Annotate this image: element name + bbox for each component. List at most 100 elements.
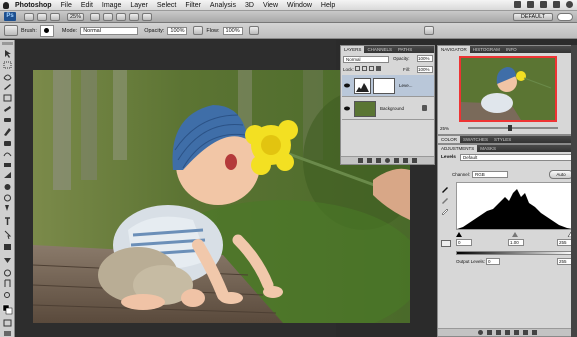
brush-preset-picker[interactable]	[39, 24, 54, 37]
navigator-zoom-slider[interactable]	[468, 125, 558, 131]
battery-icon[interactable]	[553, 1, 560, 8]
layer-fill-field[interactable]: 100%	[417, 66, 433, 73]
workspace-switcher[interactable]: DEFAULT	[513, 13, 553, 21]
input-gamma-field[interactable]: 1.00	[508, 239, 524, 246]
bluetooth-icon[interactable]	[514, 1, 521, 8]
input-black-field[interactable]: 0	[456, 239, 472, 246]
tab-channels[interactable]: CHANNELS	[364, 46, 395, 53]
opacity-field[interactable]: 100%	[167, 26, 188, 35]
lock-transparent-icon[interactable]	[355, 66, 360, 71]
collapsed-panel-dock[interactable]	[571, 45, 577, 337]
return-to-list-icon[interactable]	[477, 330, 483, 335]
black-point-eyedropper-icon[interactable]	[441, 185, 449, 193]
link-layers-icon[interactable]	[358, 158, 363, 163]
screen-mode-button[interactable]	[142, 12, 153, 21]
add-mask-icon[interactable]	[376, 158, 381, 163]
clip-layer-icon[interactable]	[495, 330, 501, 335]
tab-paths[interactable]: PATHS	[395, 46, 415, 53]
photoshop-logo: Ps	[4, 12, 16, 21]
bridge-button[interactable]	[24, 12, 34, 21]
navigator-preview[interactable]	[459, 56, 557, 122]
menu-filter[interactable]: Filter	[185, 2, 201, 9]
opacity-label: Opacity:	[144, 27, 165, 34]
zoom-tool-button[interactable]	[103, 12, 114, 21]
lock-all-icon[interactable]	[376, 66, 381, 71]
output-levels-gradient[interactable]	[456, 251, 574, 255]
navigator-zoom-value[interactable]: 25%	[440, 126, 449, 131]
white-point-eyedropper-icon[interactable]	[441, 207, 449, 215]
clip-to-layer-icon[interactable]	[441, 240, 451, 247]
tab-histogram[interactable]: HISTOGRAM	[470, 46, 503, 53]
apple-icon[interactable]	[3, 1, 9, 9]
new-group-icon[interactable]	[394, 158, 399, 163]
layer-opacity-field[interactable]: 100%	[417, 55, 433, 62]
tablet-pressure-opacity-button[interactable]	[193, 26, 204, 35]
mini-bridge-button[interactable]	[37, 12, 47, 21]
visibility-toggle-icon[interactable]	[504, 330, 510, 335]
help-search-field[interactable]	[557, 13, 573, 21]
tab-color[interactable]: COLOR	[438, 136, 461, 143]
menu-edit[interactable]: Edit	[81, 2, 93, 9]
view-extras-button[interactable]	[50, 12, 60, 21]
visibility-eye-icon[interactable]	[344, 83, 350, 88]
tab-info[interactable]: INFO	[503, 46, 520, 53]
new-layer-icon[interactable]	[403, 158, 408, 163]
layers-panel: LAYERS CHANNELS PATHS Normal Opacity: 10…	[340, 45, 435, 165]
type-tool-icon	[5, 217, 10, 225]
arrange-documents-button[interactable]	[129, 12, 140, 21]
menu-3d[interactable]: 3D	[245, 2, 254, 9]
brush-panel-toggle[interactable]	[424, 26, 434, 35]
layer-blend-mode-select[interactable]: Normal	[343, 56, 389, 63]
layer-row-levels[interactable]: Leve...	[342, 75, 434, 97]
tab-layers[interactable]: LAYERS	[341, 46, 365, 53]
menu-select[interactable]: Select	[157, 2, 176, 9]
view-previous-state-icon[interactable]	[513, 330, 519, 335]
hand-tool-button[interactable]	[90, 12, 101, 21]
layer-row-background[interactable]: Background	[342, 98, 434, 120]
flow-field[interactable]: 100%	[222, 26, 243, 35]
input-level-handles[interactable]	[456, 231, 575, 238]
tab-styles[interactable]: STYLES	[491, 136, 514, 143]
layer-mask-thumbnail[interactable]	[373, 78, 395, 94]
menu-view[interactable]: View	[263, 2, 278, 9]
menu-file[interactable]: File	[61, 2, 72, 9]
tab-masks[interactable]: MASKS	[477, 145, 499, 152]
tab-navigator[interactable]: NAVIGATOR	[438, 46, 470, 53]
expanded-view-icon[interactable]	[486, 330, 492, 335]
lock-position-icon[interactable]	[369, 66, 374, 71]
output-black-field[interactable]: 0	[486, 258, 500, 265]
history-brush-tool-icon	[3, 152, 12, 157]
delete-layer-icon[interactable]	[412, 158, 417, 163]
spotlight-icon[interactable]	[566, 1, 573, 8]
tab-adjustments[interactable]: ADJUSTMENTS	[438, 145, 478, 152]
channel-select[interactable]: RGB	[472, 171, 508, 178]
input-levels-sliders[interactable]	[456, 231, 575, 238]
menu-window[interactable]: Window	[287, 2, 312, 9]
tab-swatches[interactable]: SWATCHES	[460, 136, 491, 143]
volume-icon[interactable]	[540, 1, 547, 8]
levels-preset-select[interactable]: Default	[460, 154, 572, 161]
menu-app-name[interactable]: Photoshop	[15, 2, 52, 9]
menu-image[interactable]: Image	[102, 2, 121, 9]
tool-preset-picker[interactable]	[4, 25, 18, 36]
brush-tip-icon	[44, 28, 50, 33]
auto-button[interactable]: Auto	[549, 170, 573, 179]
menu-layer[interactable]: Layer	[130, 2, 148, 9]
menu-help[interactable]: Help	[321, 2, 335, 9]
visibility-eye-icon[interactable]	[344, 106, 350, 111]
mode-select[interactable]: Normal	[80, 26, 139, 35]
gray-point-eyedropper-icon[interactable]	[441, 196, 449, 204]
airbrush-button[interactable]	[248, 26, 259, 35]
wifi-icon[interactable]	[527, 1, 534, 8]
reset-icon[interactable]	[522, 330, 528, 335]
zoom-level-select[interactable]: 25%	[67, 12, 85, 21]
layer-style-icon[interactable]	[367, 158, 372, 163]
menu-analysis[interactable]: Analysis	[210, 2, 236, 9]
rotate-view-button[interactable]	[116, 12, 127, 21]
levels-adjustment-icon	[354, 78, 371, 94]
new-adjustment-icon[interactable]	[385, 158, 390, 163]
lock-image-icon[interactable]	[362, 66, 367, 71]
delete-adjustment-icon[interactable]	[531, 330, 537, 335]
navigator-slider-thumb[interactable]	[508, 125, 512, 131]
lasso-tool-icon	[3, 74, 12, 81]
